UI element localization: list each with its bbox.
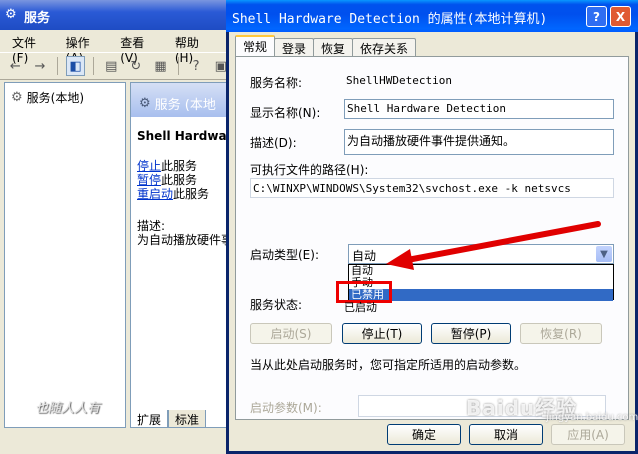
startup-type-label: 启动类型(E): (250, 248, 319, 262)
chevron-down-icon[interactable]: ▼ (596, 246, 612, 262)
option-automatic[interactable]: 自动 (349, 265, 613, 277)
menu-bar: 文件(F) 操作(A) 查看(V) 帮助(H) (0, 30, 230, 65)
services-title: 服务 (24, 11, 51, 26)
tab-recovery[interactable]: 恢复 (313, 38, 354, 56)
gear-icon: ⚙ (11, 90, 23, 105)
toolbar-separator (57, 57, 59, 75)
menu-file[interactable]: 文件(F) (12, 34, 41, 65)
service-action-links: 停止此服务 暂停此服务 重启动此服务 (137, 159, 229, 201)
tab-logon[interactable]: 登录 (274, 38, 315, 56)
tree-pane: ⚙ 服务(本地) 也随人人有 (4, 82, 126, 428)
start-params-label: 启动参数(M): (250, 401, 322, 415)
stop-service-link[interactable]: 停止 (137, 159, 161, 173)
start-button[interactable]: 启动(S) (250, 323, 332, 344)
startup-params-hint: 当从此处启动服务时，您可指定所适用的启动参数。 (250, 358, 527, 372)
apply-button[interactable]: 应用(A) (551, 424, 625, 445)
menu-view[interactable]: 查看(V) (120, 34, 150, 65)
resume-button[interactable]: 恢复(R) (520, 323, 602, 344)
startup-type-select[interactable]: 自动 ▼ (348, 244, 614, 264)
menu-help[interactable]: 帮助(H) (175, 34, 205, 65)
toolbar: ← → ◧ ▤ ↻ ▦ ? ▣ (0, 52, 230, 80)
service-name-label: 服务名称: (250, 76, 303, 90)
display-name-value: Shell Hardware Detection (347, 102, 506, 115)
selected-service-name: Shell Hardware (137, 129, 229, 143)
description-label: 描述: (137, 219, 166, 233)
link-suffix: 此服务 (173, 187, 210, 201)
back-arrow-icon[interactable]: ← (6, 56, 25, 76)
tab-extended[interactable]: 扩展 (130, 410, 169, 428)
display-name-label: 显示名称(N): (250, 106, 321, 120)
details-pane: ⚙ 服务 (本地 Shell Hardware 停止此服务 暂停此服务 重启动此… (130, 82, 230, 428)
close-button[interactable]: X (610, 6, 631, 27)
dialog-title: Shell Hardware Detection 的属性(本地计算机) (232, 12, 548, 27)
author-watermark: 也随人人有 (35, 401, 101, 416)
services-gear-icon: ⚙ (5, 7, 17, 22)
refresh-icon[interactable]: ↻ (127, 56, 146, 76)
tab-dependencies[interactable]: 依存关系 (352, 38, 417, 56)
help-icon[interactable]: ? (187, 56, 206, 76)
toolbar-separator (92, 57, 94, 75)
exe-path-field: C:\WINXP\WINDOWS\System32\svchost.exe -k… (250, 178, 614, 198)
forward-arrow-icon[interactable]: → (31, 56, 50, 76)
general-tab-panel: 服务名称: ShellHWDetection 显示名称(N): Shell Ha… (235, 56, 629, 420)
pause-service-link[interactable]: 暂停 (137, 173, 161, 187)
stop-button[interactable]: 停止(T) (342, 323, 422, 344)
show-tree-icon[interactable]: ◧ (66, 56, 85, 76)
service-status-value: 已启动 (344, 301, 377, 314)
description-value: 为自动播放硬件事件提供通知。 (347, 134, 516, 148)
tab-standard[interactable]: 标准 (168, 410, 207, 428)
service-name-value: ShellHWDetection (346, 74, 452, 87)
dialog-tabs: 常规 登录 恢复 依存关系 (235, 35, 417, 56)
description-field[interactable]: 为自动播放硬件事件提供通知。 (344, 129, 614, 155)
description-text: 为自动播放硬件事 (137, 233, 230, 247)
gear-icon: ⚙ (139, 95, 151, 111)
link-suffix: 此服务 (161, 159, 198, 173)
dialog-body: 常规 登录 恢复 依存关系 服务名称: ShellHWDetection 显示名… (229, 32, 635, 451)
exe-path-value: C:\WINXP\WINDOWS\System32\svchost.exe -k… (253, 182, 571, 195)
pause-button[interactable]: 暂停(P) (431, 323, 511, 344)
tree-item-label: 服务(本地) (26, 91, 85, 105)
help-button[interactable]: ? (586, 6, 607, 27)
view-tabs: 扩展 标准 (130, 410, 207, 428)
dialog-titlebar: Shell Hardware Detection 的属性(本地计算机) (226, 0, 638, 32)
startup-type-value: 自动 (352, 249, 377, 263)
service-status-label: 服务状态: (250, 298, 303, 312)
display-name-field[interactable]: Shell Hardware Detection (344, 99, 614, 119)
cancel-button[interactable]: 取消 (469, 424, 543, 445)
service-description: 描述: 为自动播放硬件事 (137, 219, 229, 247)
baidu-watermark-sub: jingyan.baidu.com (546, 412, 638, 423)
description-label: 描述(D): (250, 136, 297, 150)
exe-path-label: 可执行文件的路径(H): (250, 163, 369, 177)
restart-service-link[interactable]: 重启动 (137, 187, 173, 201)
link-suffix: 此服务 (161, 173, 198, 187)
tab-general[interactable]: 常规 (235, 35, 276, 56)
export-list-icon[interactable]: ▦ (151, 56, 170, 76)
properties-dialog: Shell Hardware Detection 的属性(本地计算机) ? X … (226, 0, 638, 454)
details-header: ⚙ 服务 (本地 (131, 83, 229, 117)
toolbar-separator (177, 57, 179, 75)
menu-action[interactable]: 操作(A) (66, 34, 96, 65)
tree-item-services-local[interactable]: ⚙ 服务(本地) (11, 89, 84, 106)
properties-icon[interactable]: ▤ (102, 56, 121, 76)
details-header-title: 服务 (本地 (154, 97, 216, 113)
ok-button[interactable]: 确定 (387, 424, 461, 445)
